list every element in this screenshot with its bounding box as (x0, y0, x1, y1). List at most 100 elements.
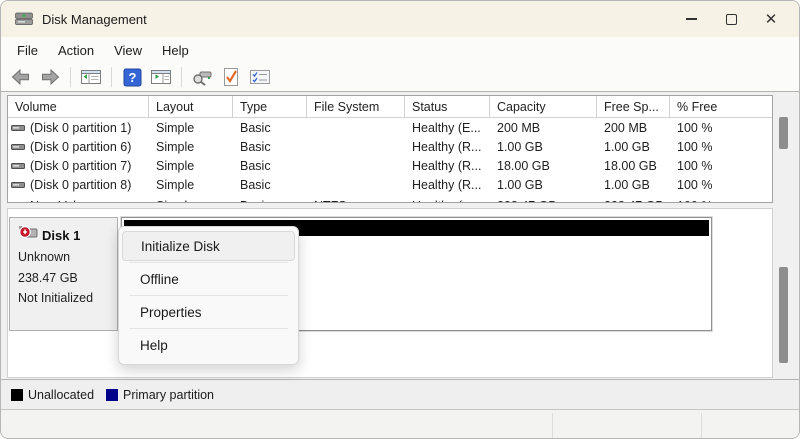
cell-percent-free: 100 % (670, 137, 772, 156)
cell-capacity: 238.47 GB (490, 198, 597, 203)
menu-help[interactable]: Help (152, 40, 199, 61)
cell-status: Healthy (E... (405, 118, 490, 137)
show-console-tree-icon (80, 68, 102, 86)
disk-context-menu: Initialize Disk Offline Properties Help (118, 226, 299, 365)
menubar: File Action View Help (1, 37, 799, 63)
cell-layout: Simple (149, 175, 233, 194)
toolbar: ? (1, 63, 799, 92)
cell-layout: Simple (149, 118, 233, 137)
maximize-button[interactable] (711, 4, 751, 34)
disk-management-app-icon (15, 12, 33, 26)
cell-volume: (Disk 0 partition 1) (30, 121, 131, 135)
maximize-icon (726, 14, 737, 25)
show-action-pane-button[interactable] (149, 66, 173, 88)
graphical-view-scrollbar[interactable] (775, 208, 792, 378)
cell-status: Healthy (... (405, 198, 490, 203)
cell-status: Healthy (R... (405, 175, 490, 194)
column-header-status[interactable]: Status (405, 96, 490, 117)
menu-item-initialize-disk[interactable]: Initialize Disk (122, 231, 295, 261)
cell-layout: Simple (149, 198, 233, 203)
cell-status: Healthy (R... (405, 156, 490, 175)
column-header-file-system[interactable]: File System (307, 96, 405, 117)
cell-file-system (307, 175, 405, 194)
table-row-partial[interactable]: New Volume Simple Basic NTFS Healthy (..… (8, 194, 772, 203)
cell-capacity: 200 MB (490, 118, 597, 137)
cell-file-system (307, 137, 405, 156)
window-title: Disk Management (42, 12, 147, 27)
status-bar (1, 410, 799, 439)
cell-status: Healthy (R... (405, 137, 490, 156)
disk-management-window: Disk Management ✕ File Action View Help (0, 0, 800, 439)
help-icon: ? (123, 68, 142, 87)
show-action-pane-icon (150, 68, 172, 86)
cell-file-system: NTFS (307, 198, 405, 203)
menu-file[interactable]: File (7, 40, 48, 61)
volume-list-scrollbar[interactable] (775, 96, 792, 203)
disk-status: Not Initialized (18, 290, 117, 308)
menu-item-offline[interactable]: Offline (122, 264, 295, 294)
cell-free-space: 1.00 GB (597, 137, 670, 156)
cell-capacity: 18.00 GB (490, 156, 597, 175)
disk-capacity: 238.47 GB (18, 270, 117, 288)
table-row[interactable]: (Disk 0 partition 8) Simple Basic Health… (8, 175, 772, 194)
table-row[interactable]: (Disk 0 partition 6) Simple Basic Health… (8, 137, 772, 156)
cell-free-space: 18.00 GB (597, 156, 670, 175)
disk-error-icon (18, 225, 38, 246)
volume-icon (11, 142, 25, 152)
close-button[interactable]: ✕ (751, 4, 791, 34)
toolbar-separator (111, 67, 112, 87)
column-header-percent-free[interactable]: % Free (670, 96, 772, 117)
status-bar-divider (552, 413, 553, 438)
cell-capacity: 1.00 GB (490, 175, 597, 194)
menu-view[interactable]: View (104, 40, 152, 61)
close-icon: ✕ (765, 12, 778, 27)
menu-item-help[interactable]: Help (122, 330, 295, 360)
disk1-label-box[interactable]: Disk 1 Unknown 238.47 GB Not Initialized (9, 217, 118, 331)
volume-icon (11, 201, 25, 204)
svg-text:?: ? (128, 70, 136, 85)
menu-separator (129, 295, 288, 296)
show-console-tree-button[interactable] (79, 66, 103, 88)
cell-percent-free: 100 % (670, 175, 772, 194)
toolbar-separator (181, 67, 182, 87)
checklist-button[interactable] (248, 66, 272, 88)
column-header-layout[interactable]: Layout (149, 96, 233, 117)
table-row[interactable]: (Disk 0 partition 1) Simple Basic Health… (8, 118, 772, 137)
menu-action[interactable]: Action (48, 40, 104, 61)
cell-file-system (307, 118, 405, 137)
scrollbar-thumb[interactable] (779, 267, 788, 363)
help-button[interactable]: ? (120, 66, 144, 88)
checklist-icon (249, 68, 271, 86)
cell-file-system (307, 156, 405, 175)
column-header-type[interactable]: Type (233, 96, 307, 117)
rescan-disks-button[interactable] (190, 66, 214, 88)
cell-type: Basic (233, 175, 307, 194)
table-row[interactable]: (Disk 0 partition 7) Simple Basic Health… (8, 156, 772, 175)
legend-item-primary-partition: Primary partition (106, 388, 214, 402)
cell-percent-free: 100 % (670, 198, 772, 203)
minimize-button[interactable] (671, 4, 711, 34)
forward-button[interactable] (38, 66, 62, 88)
scrollbar-thumb[interactable] (779, 117, 788, 149)
check-document-button[interactable] (219, 66, 243, 88)
menu-item-properties[interactable]: Properties (122, 297, 295, 327)
menu-separator (129, 262, 288, 263)
cell-volume: New Volume (30, 199, 100, 204)
column-header-free-space[interactable]: Free Sp... (597, 96, 670, 117)
cell-volume: (Disk 0 partition 8) (30, 178, 131, 192)
cell-volume: (Disk 0 partition 7) (30, 159, 131, 173)
back-button[interactable] (9, 66, 33, 88)
primary-partition-swatch (106, 389, 118, 401)
column-header-capacity[interactable]: Capacity (490, 96, 597, 117)
volume-icon (11, 180, 25, 190)
minimize-icon (686, 18, 697, 20)
disk-bus-type: Unknown (18, 249, 117, 267)
titlebar[interactable]: Disk Management ✕ (1, 1, 799, 37)
check-document-icon (222, 67, 240, 87)
legend-item-unallocated: Unallocated (11, 388, 94, 402)
cell-free-space: 238.47 GB (597, 198, 670, 203)
status-bar-divider (701, 413, 702, 438)
unallocated-swatch (11, 389, 23, 401)
column-header-volume[interactable]: Volume (8, 96, 149, 117)
cell-type: Basic (233, 156, 307, 175)
